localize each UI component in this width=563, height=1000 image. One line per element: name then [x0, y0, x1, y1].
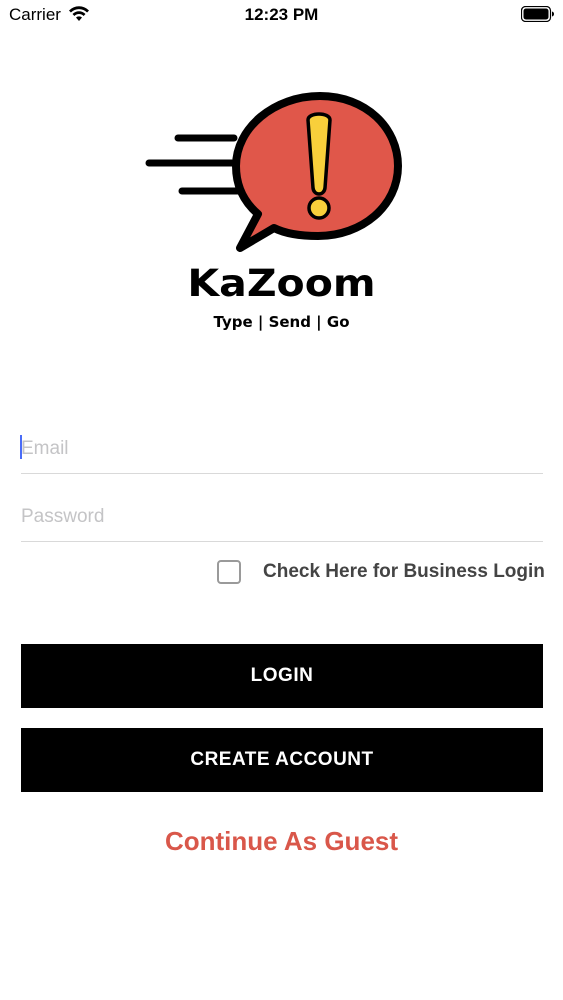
brand-tagline: Type | Send | Go: [213, 313, 350, 331]
login-button[interactable]: LOGIN: [21, 644, 543, 708]
battery-icon: [521, 6, 554, 22]
create-account-button[interactable]: CREATE ACCOUNT: [21, 728, 543, 792]
email-field[interactable]: [21, 424, 543, 474]
continue-as-guest-link[interactable]: Continue As Guest: [0, 826, 563, 857]
text-caret: [20, 435, 22, 459]
business-login-checkbox[interactable]: [217, 560, 241, 584]
kazoom-logo-icon: [145, 92, 402, 252]
status-bar: Carrier 12:23 PM: [0, 0, 563, 30]
business-login-label: Check Here for Business Login: [263, 561, 545, 582]
status-time: 12:23 PM: [244, 5, 319, 24]
password-field[interactable]: [21, 492, 543, 542]
brand-wordmark: KaZoom: [187, 260, 376, 306]
